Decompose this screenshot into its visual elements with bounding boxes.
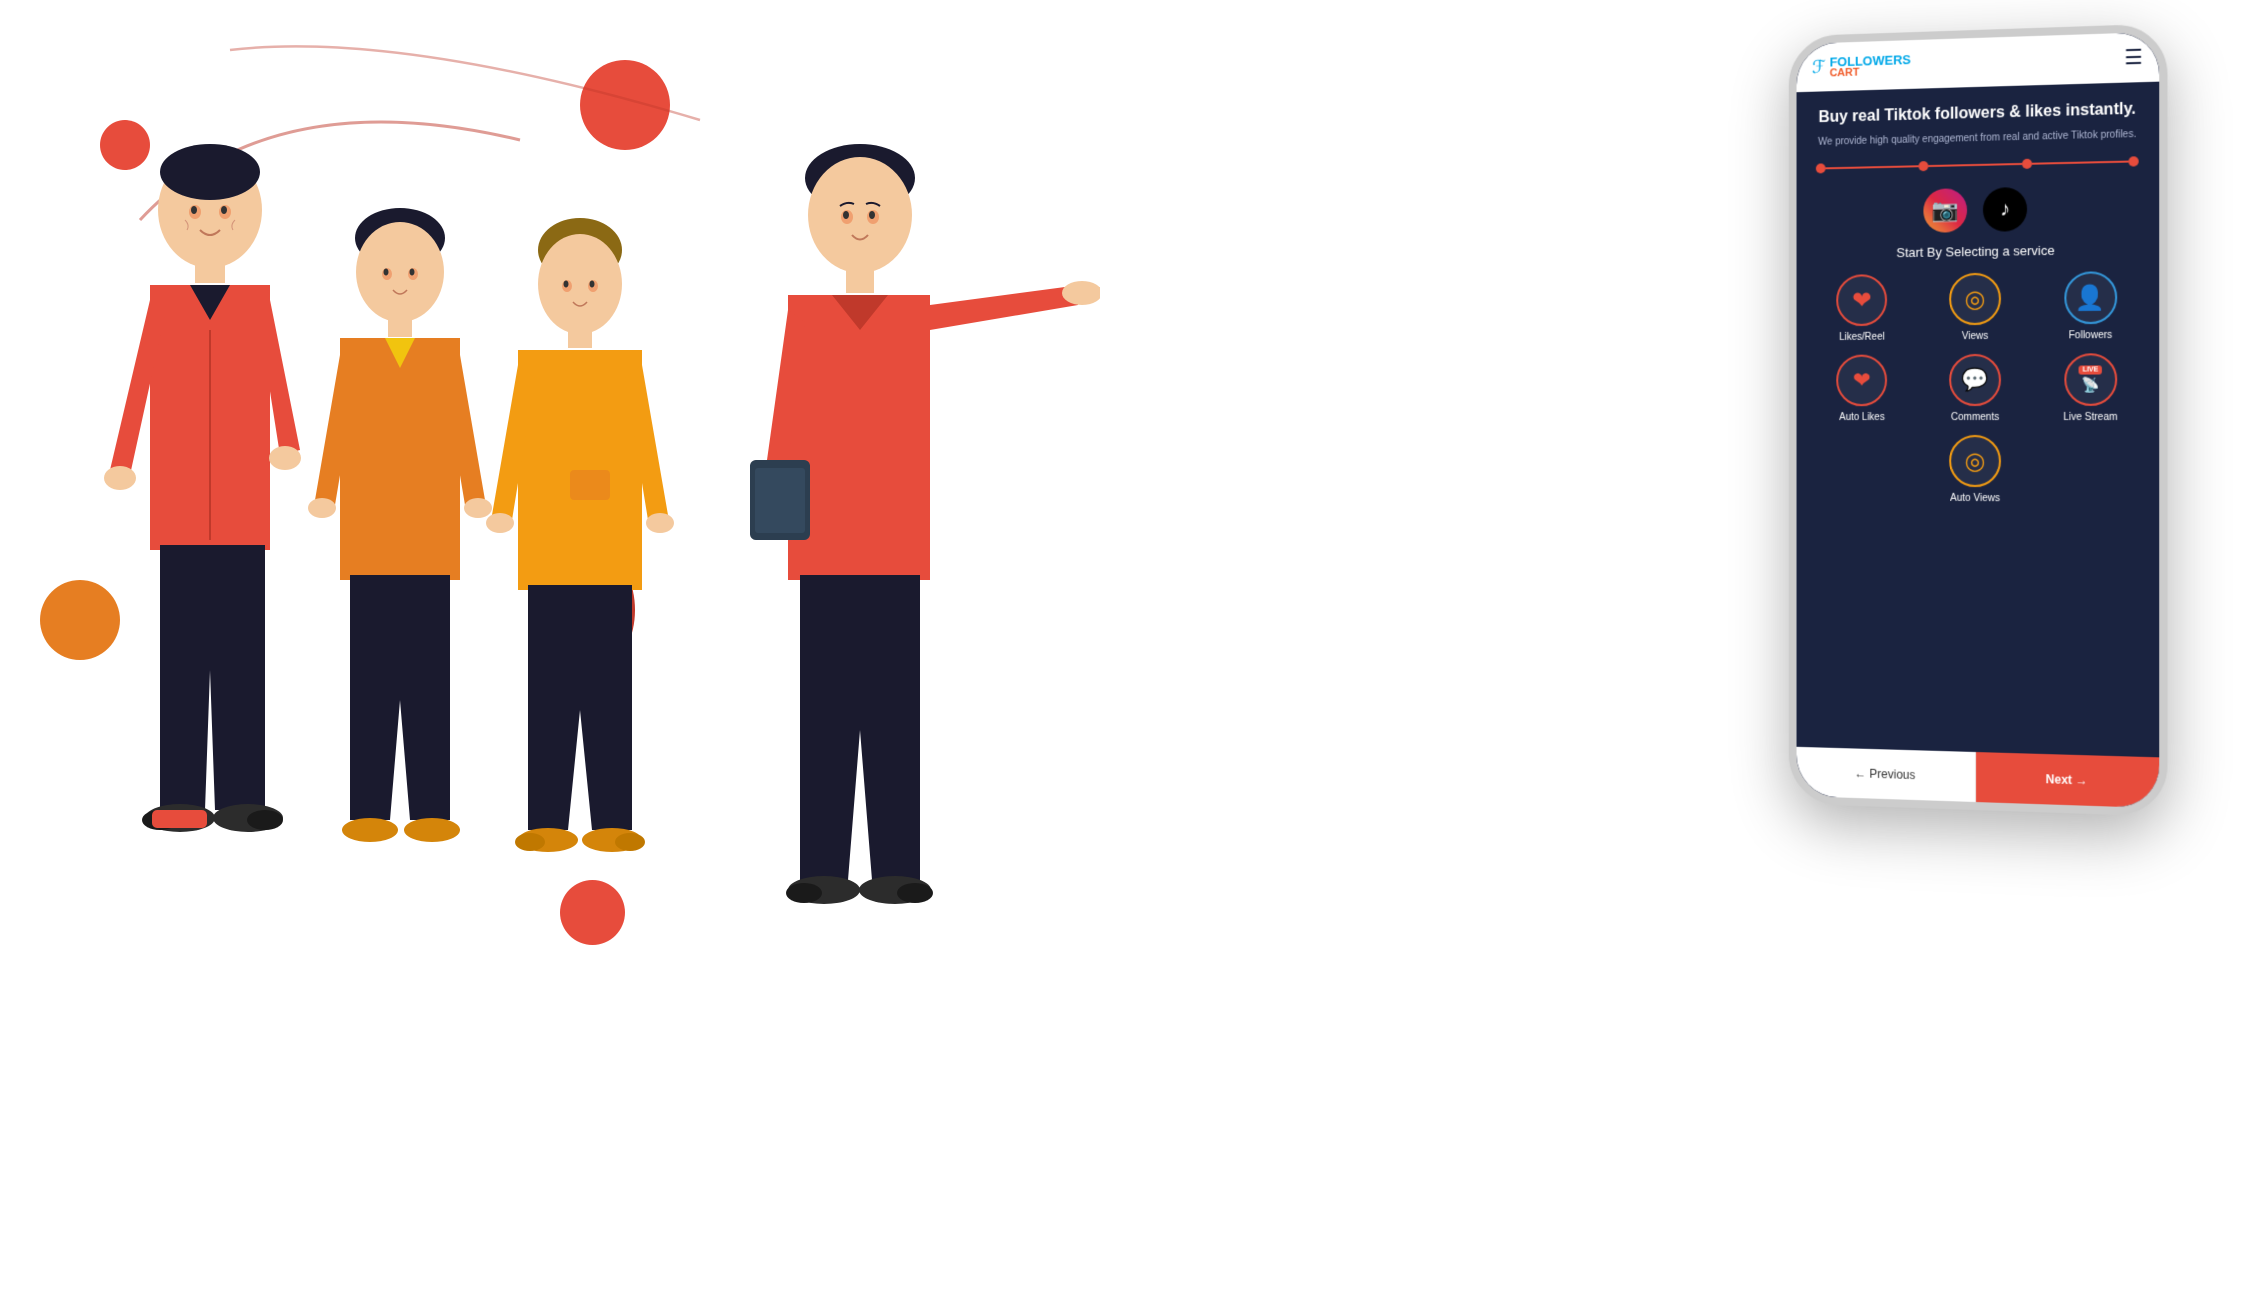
progress-dot-1 [1816, 164, 1826, 174]
service-item-followers[interactable]: 👤 Followers [2038, 271, 2142, 342]
followers-label: Followers [2069, 330, 2112, 341]
auto-views-row: ◎ Auto Views [1812, 435, 2143, 505]
progress-dot-2 [1918, 161, 1928, 171]
character-pointing-man [720, 130, 1100, 1030]
live-stream-icon: 📡 [2082, 377, 2100, 394]
social-platform-selector: 📷 ♪ [1812, 185, 2143, 235]
logo: ℱ FOLLOWERS CART [1812, 53, 1911, 80]
service-item-live-stream[interactable]: LIVE 📡 Live Stream [2038, 353, 2142, 423]
character-red-jacket-man [90, 130, 330, 890]
next-button[interactable]: Next → [1975, 752, 2159, 808]
auto-views-icon: ◎ [1965, 447, 1986, 476]
progress-bar [1812, 157, 2143, 174]
comments-icon: 💬 [1961, 367, 1988, 393]
likes-reel-label: Likes/Reel [1839, 332, 1885, 343]
live-badge: LIVE [2078, 366, 2102, 375]
progress-line-3 [2032, 161, 2128, 165]
instagram-icon: 📷 [1932, 198, 1959, 224]
phone-mockup: ℱ FOLLOWERS CART ☰ Buy real Tiktok follo… [1789, 23, 2168, 816]
tiktok-icon: ♪ [2000, 198, 2010, 221]
phone-footer: ← Previous Next → [1797, 747, 2160, 808]
service-item-views[interactable]: ◎ Views [1924, 273, 2026, 343]
progress-line-2 [1928, 163, 2022, 167]
instagram-button[interactable]: 📷 [1923, 189, 1967, 234]
previous-button[interactable]: ← Previous [1797, 747, 1976, 802]
previous-label: ← Previous [1854, 766, 1915, 782]
service-item-comments[interactable]: 💬 Comments [1924, 354, 2026, 423]
character-orange-jacket-woman [300, 200, 500, 880]
logo-cart-text: CART [1830, 66, 1911, 79]
likes-reel-icon: ❤ [1852, 286, 1872, 315]
characters-illustration [60, 80, 960, 1180]
logo-icon: ℱ [1812, 57, 1826, 78]
character-yellow-sweater [480, 210, 680, 890]
service-item-auto-views[interactable]: ◎ Auto Views [1949, 435, 2001, 504]
followers-icon-circle: 👤 [2064, 272, 2117, 325]
auto-views-icon-circle: ◎ [1949, 435, 2001, 487]
comments-label: Comments [1951, 412, 1999, 423]
auto-likes-label: Auto Likes [1839, 412, 1885, 423]
phone-content: Buy real Tiktok followers & likes instan… [1797, 82, 2160, 758]
logo-text: FOLLOWERS CART [1830, 53, 1911, 79]
phone-hero-subtitle: We provide high quality engagement from … [1812, 127, 2143, 150]
main-scene: ℱ FOLLOWERS CART ☰ Buy real Tiktok follo… [0, 0, 2245, 1310]
service-item-likes-reel[interactable]: ❤ Likes/Reel [1812, 274, 1912, 343]
phone-screen: ℱ FOLLOWERS CART ☰ Buy real Tiktok follo… [1797, 32, 2160, 808]
next-label: Next → [2046, 772, 2088, 787]
views-icon-circle: ◎ [1949, 273, 2001, 326]
hamburger-menu-icon[interactable]: ☰ [2124, 45, 2142, 71]
live-stream-icon-circle: LIVE 📡 [2064, 354, 2117, 407]
progress-dot-3 [2022, 159, 2032, 169]
tiktok-button[interactable]: ♪ [1983, 187, 2027, 232]
followers-icon: 👤 [2075, 283, 2105, 313]
progress-dot-4 [2128, 157, 2138, 167]
views-icon: ◎ [1965, 285, 1986, 314]
service-grid: ❤ Likes/Reel ◎ Views 👤 [1812, 271, 2143, 423]
phone-hero-title: Buy real Tiktok followers & likes instan… [1812, 98, 2143, 129]
auto-likes-icon: ❤ [1853, 368, 1871, 394]
likes-reel-icon-circle: ❤ [1837, 275, 1888, 327]
comments-icon-circle: 💬 [1949, 354, 2001, 406]
select-service-label: Start By Selecting a service [1812, 242, 2143, 262]
live-stream-label: Live Stream [2063, 412, 2117, 423]
auto-likes-icon-circle: ❤ [1837, 355, 1888, 407]
auto-views-label: Auto Views [1950, 493, 2000, 504]
views-label: Views [1962, 331, 1988, 342]
service-item-auto-likes[interactable]: ❤ Auto Likes [1812, 355, 1912, 424]
progress-line-1 [1826, 166, 1919, 170]
